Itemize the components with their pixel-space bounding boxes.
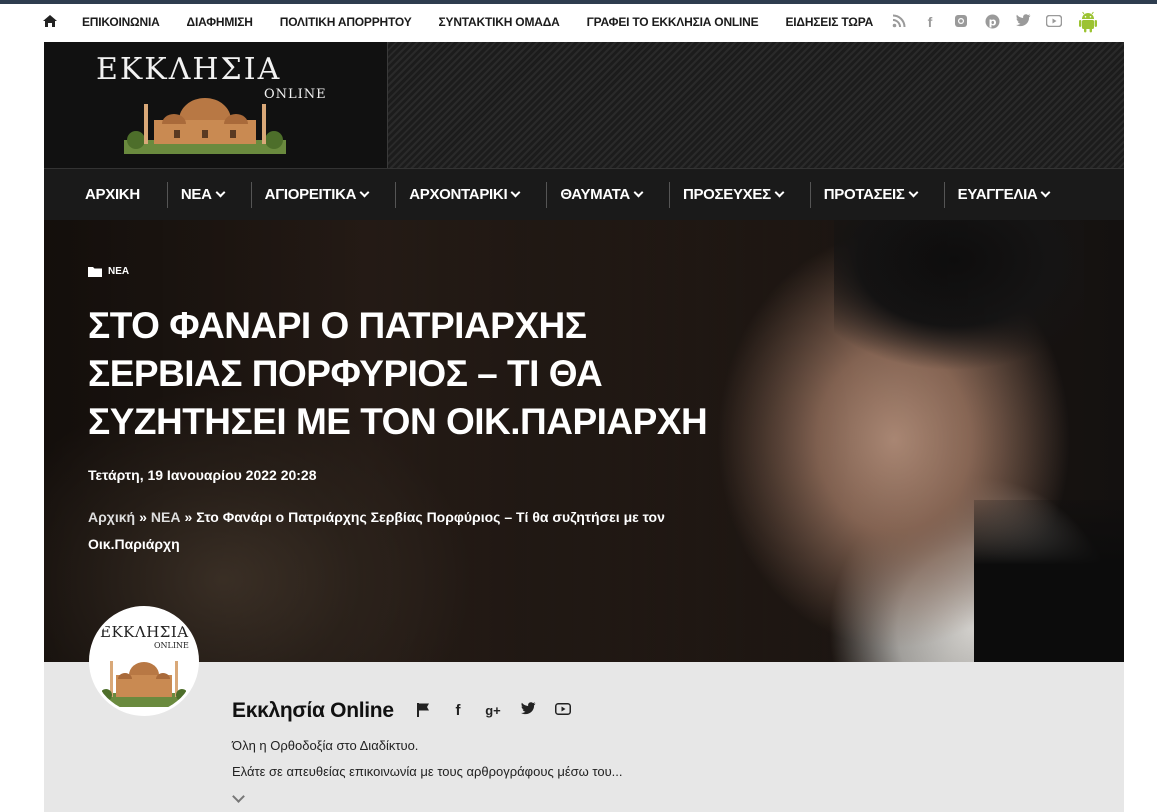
top-nav-item-news-now[interactable]: ΕΙΔΗΣΕΙΣ ΤΩΡΑ xyxy=(785,15,873,29)
instagram-icon[interactable] xyxy=(953,14,969,30)
main-nav-label: ΑΓΙΟΡΕΙΤΙΚΑ xyxy=(264,186,357,203)
avatar-logo-text: ΕΚΚΛΗΣΙΑ xyxy=(100,623,189,641)
flag-icon[interactable] xyxy=(414,702,432,720)
main-nav-label: ΘΑΥΜΑΤΑ xyxy=(560,186,630,203)
header-banner-pattern xyxy=(387,42,1124,168)
breadcrumb-home[interactable]: Αρχική xyxy=(88,509,135,525)
youtube-icon[interactable] xyxy=(1045,14,1063,30)
chevron-down-icon xyxy=(774,187,785,198)
main-nav-item-gospels[interactable]: ΕΥΑΓΓΕΛΙΑ xyxy=(945,182,1077,208)
breadcrumb-separator: » xyxy=(139,509,147,525)
chevron-down-icon xyxy=(215,187,226,198)
author-social-icons: f g+ xyxy=(414,702,589,720)
svg-text:p: p xyxy=(988,16,996,29)
main-nav: ΑΡΧΙΚΗ ΝΕΑ ΑΓΙΟΡΕΙΤΙΚΑ ΑΡΧΟΝΤΑΡΙΚΙ ΘΑΥΜΑ… xyxy=(44,168,1124,220)
breadcrumb-category[interactable]: ΝΕΑ xyxy=(151,509,181,525)
main-nav-label: ΠΡΟΤΑΣΕΙΣ xyxy=(823,186,905,203)
main-nav-label: ΑΡΧΙΚΗ xyxy=(85,186,140,203)
main-nav-label: ΕΥΑΓΓΕΛΙΑ xyxy=(957,186,1038,203)
facebook-icon[interactable]: f xyxy=(449,702,467,720)
pinterest-icon[interactable]: p xyxy=(984,14,1000,30)
top-nav-item-write[interactable]: ΓΡΑΦΕΙ ΤΟ ΕΚΚΛΗΣΙΑ ONLINE xyxy=(587,15,759,29)
article-category[interactable]: ΝΕΑ xyxy=(88,266,129,277)
church-dome-illustration xyxy=(102,661,186,707)
logo-text: ΕΚΚΛΗΣΙΑ xyxy=(96,52,282,87)
facebook-icon[interactable]: f xyxy=(922,14,938,30)
android-icon[interactable] xyxy=(1077,11,1099,33)
main-nav-label: ΝΕΑ xyxy=(180,186,212,203)
chevron-down-icon[interactable] xyxy=(232,790,245,803)
main-nav-item-news[interactable]: ΝΕΑ xyxy=(168,182,252,208)
top-utility-nav: ΕΠΙΚΟΙΝΩΝΙΑ ΔΙΑΦΗΜΙΣΗ ΠΟΛΙΤΙΚΗ ΑΠΟΡΡΗΤΟΥ… xyxy=(0,4,1157,42)
home-icon[interactable] xyxy=(42,13,58,29)
article-title: ΣΤΟ ΦΑΝΑΡΙ Ο ΠΑΤΡΙΑΡΧΗΣ ΣΕΡΒΙΑΣ ΠΟΡΦΥΡΙΟ… xyxy=(88,305,708,442)
social-icons: f p xyxy=(876,11,1099,33)
chevron-down-icon xyxy=(633,187,644,198)
google-plus-icon[interactable]: g+ xyxy=(484,702,502,720)
top-nav-item-editorial-team[interactable]: ΣΥΝΤΑΚΤΙΚΗ ΟΜΑΔΑ xyxy=(439,15,560,29)
main-nav-item-athos[interactable]: ΑΓΙΟΡΕΙΤΙΚΑ xyxy=(252,182,397,208)
author-description-line2: Ελάτε σε απευθείας επικοινωνία με τους α… xyxy=(232,764,623,779)
main-nav-list: ΑΡΧΙΚΗ ΝΕΑ ΑΓΙΟΡΕΙΤΙΚΑ ΑΡΧΟΝΤΑΡΙΚΙ ΘΑΥΜΑ… xyxy=(44,169,1124,221)
main-nav-item-miracles[interactable]: ΘΑΥΜΑΤΑ xyxy=(547,182,670,208)
twitter-icon[interactable] xyxy=(1015,14,1031,30)
author-description-line1: Όλη η Ορθοδοξία στο Διαδίκτυο. xyxy=(232,738,419,753)
chevron-down-icon xyxy=(908,187,919,198)
youtube-icon[interactable] xyxy=(554,702,572,720)
chevron-down-icon xyxy=(359,187,370,198)
author-name[interactable]: Εκκλησία Online xyxy=(232,699,394,723)
folder-icon xyxy=(88,267,102,277)
main-nav-item-home[interactable]: ΑΡΧΙΚΗ xyxy=(71,182,168,208)
church-dome-illustration xyxy=(124,98,286,154)
top-nav-list: ΕΠΙΚΟΙΝΩΝΙΑ ΔΙΑΦΗΜΙΣΗ ΠΟΛΙΤΙΚΗ ΑΠΟΡΡΗΤΟΥ… xyxy=(82,15,900,29)
top-nav-item-advertising[interactable]: ΔΙΑΦΗΜΙΣΗ xyxy=(187,15,253,29)
chevron-down-icon xyxy=(1041,187,1051,198)
site-header: ΕΚΚΛΗΣΙΑ ONLINE xyxy=(44,42,1124,168)
top-nav-item-privacy[interactable]: ΠΟΛΙΤΙΚΗ ΑΠΟΡΡΗΤΟΥ xyxy=(280,15,412,29)
main-nav-label: ΠΡΟΣΕΥΧΕΣ xyxy=(682,186,771,203)
chevron-down-icon xyxy=(510,187,521,198)
main-nav-item-archontariki[interactable]: ΑΡΧΟΝΤΑΡΙΚΙ xyxy=(396,182,548,208)
article-hero: ΝΕΑ ΣΤΟ ΦΑΝΑΡΙ Ο ΠΑΤΡΙΑΡΧΗΣ ΣΕΡΒΙΑΣ ΠΟΡΦ… xyxy=(44,220,1124,662)
main-nav-item-prayers[interactable]: ΠΡΟΣΕΥΧΕΣ xyxy=(670,182,811,208)
author-box: ΕΚΚΛΗΣΙΑ ONLINE Εκκλησία Online f g+ Όλη… xyxy=(44,606,1124,812)
author-avatar[interactable]: ΕΚΚΛΗΣΙΑ ONLINE xyxy=(89,606,199,716)
main-nav-label: ΑΡΧΟΝΤΑΡΙΚΙ xyxy=(409,186,508,203)
article-date: Τετάρτη, 19 Ιανουαρίου 2022 20:28 xyxy=(88,467,317,483)
top-nav-item-contact[interactable]: ΕΠΙΚΟΙΝΩΝΙΑ xyxy=(82,15,160,29)
breadcrumb: Αρχική» ΝΕΑ» Στο Φανάρι ο Πατριάρχης Σερβί… xyxy=(88,504,728,558)
main-nav-item-suggestions[interactable]: ΠΡΟΤΑΣΕΙΣ xyxy=(811,182,945,208)
rss-icon[interactable] xyxy=(891,14,907,30)
site-logo[interactable]: ΕΚΚΛΗΣΙΑ ONLINE xyxy=(44,42,387,168)
article-category-label: ΝΕΑ xyxy=(108,266,130,277)
breadcrumb-separator: » xyxy=(184,509,193,525)
twitter-icon[interactable] xyxy=(519,702,537,720)
